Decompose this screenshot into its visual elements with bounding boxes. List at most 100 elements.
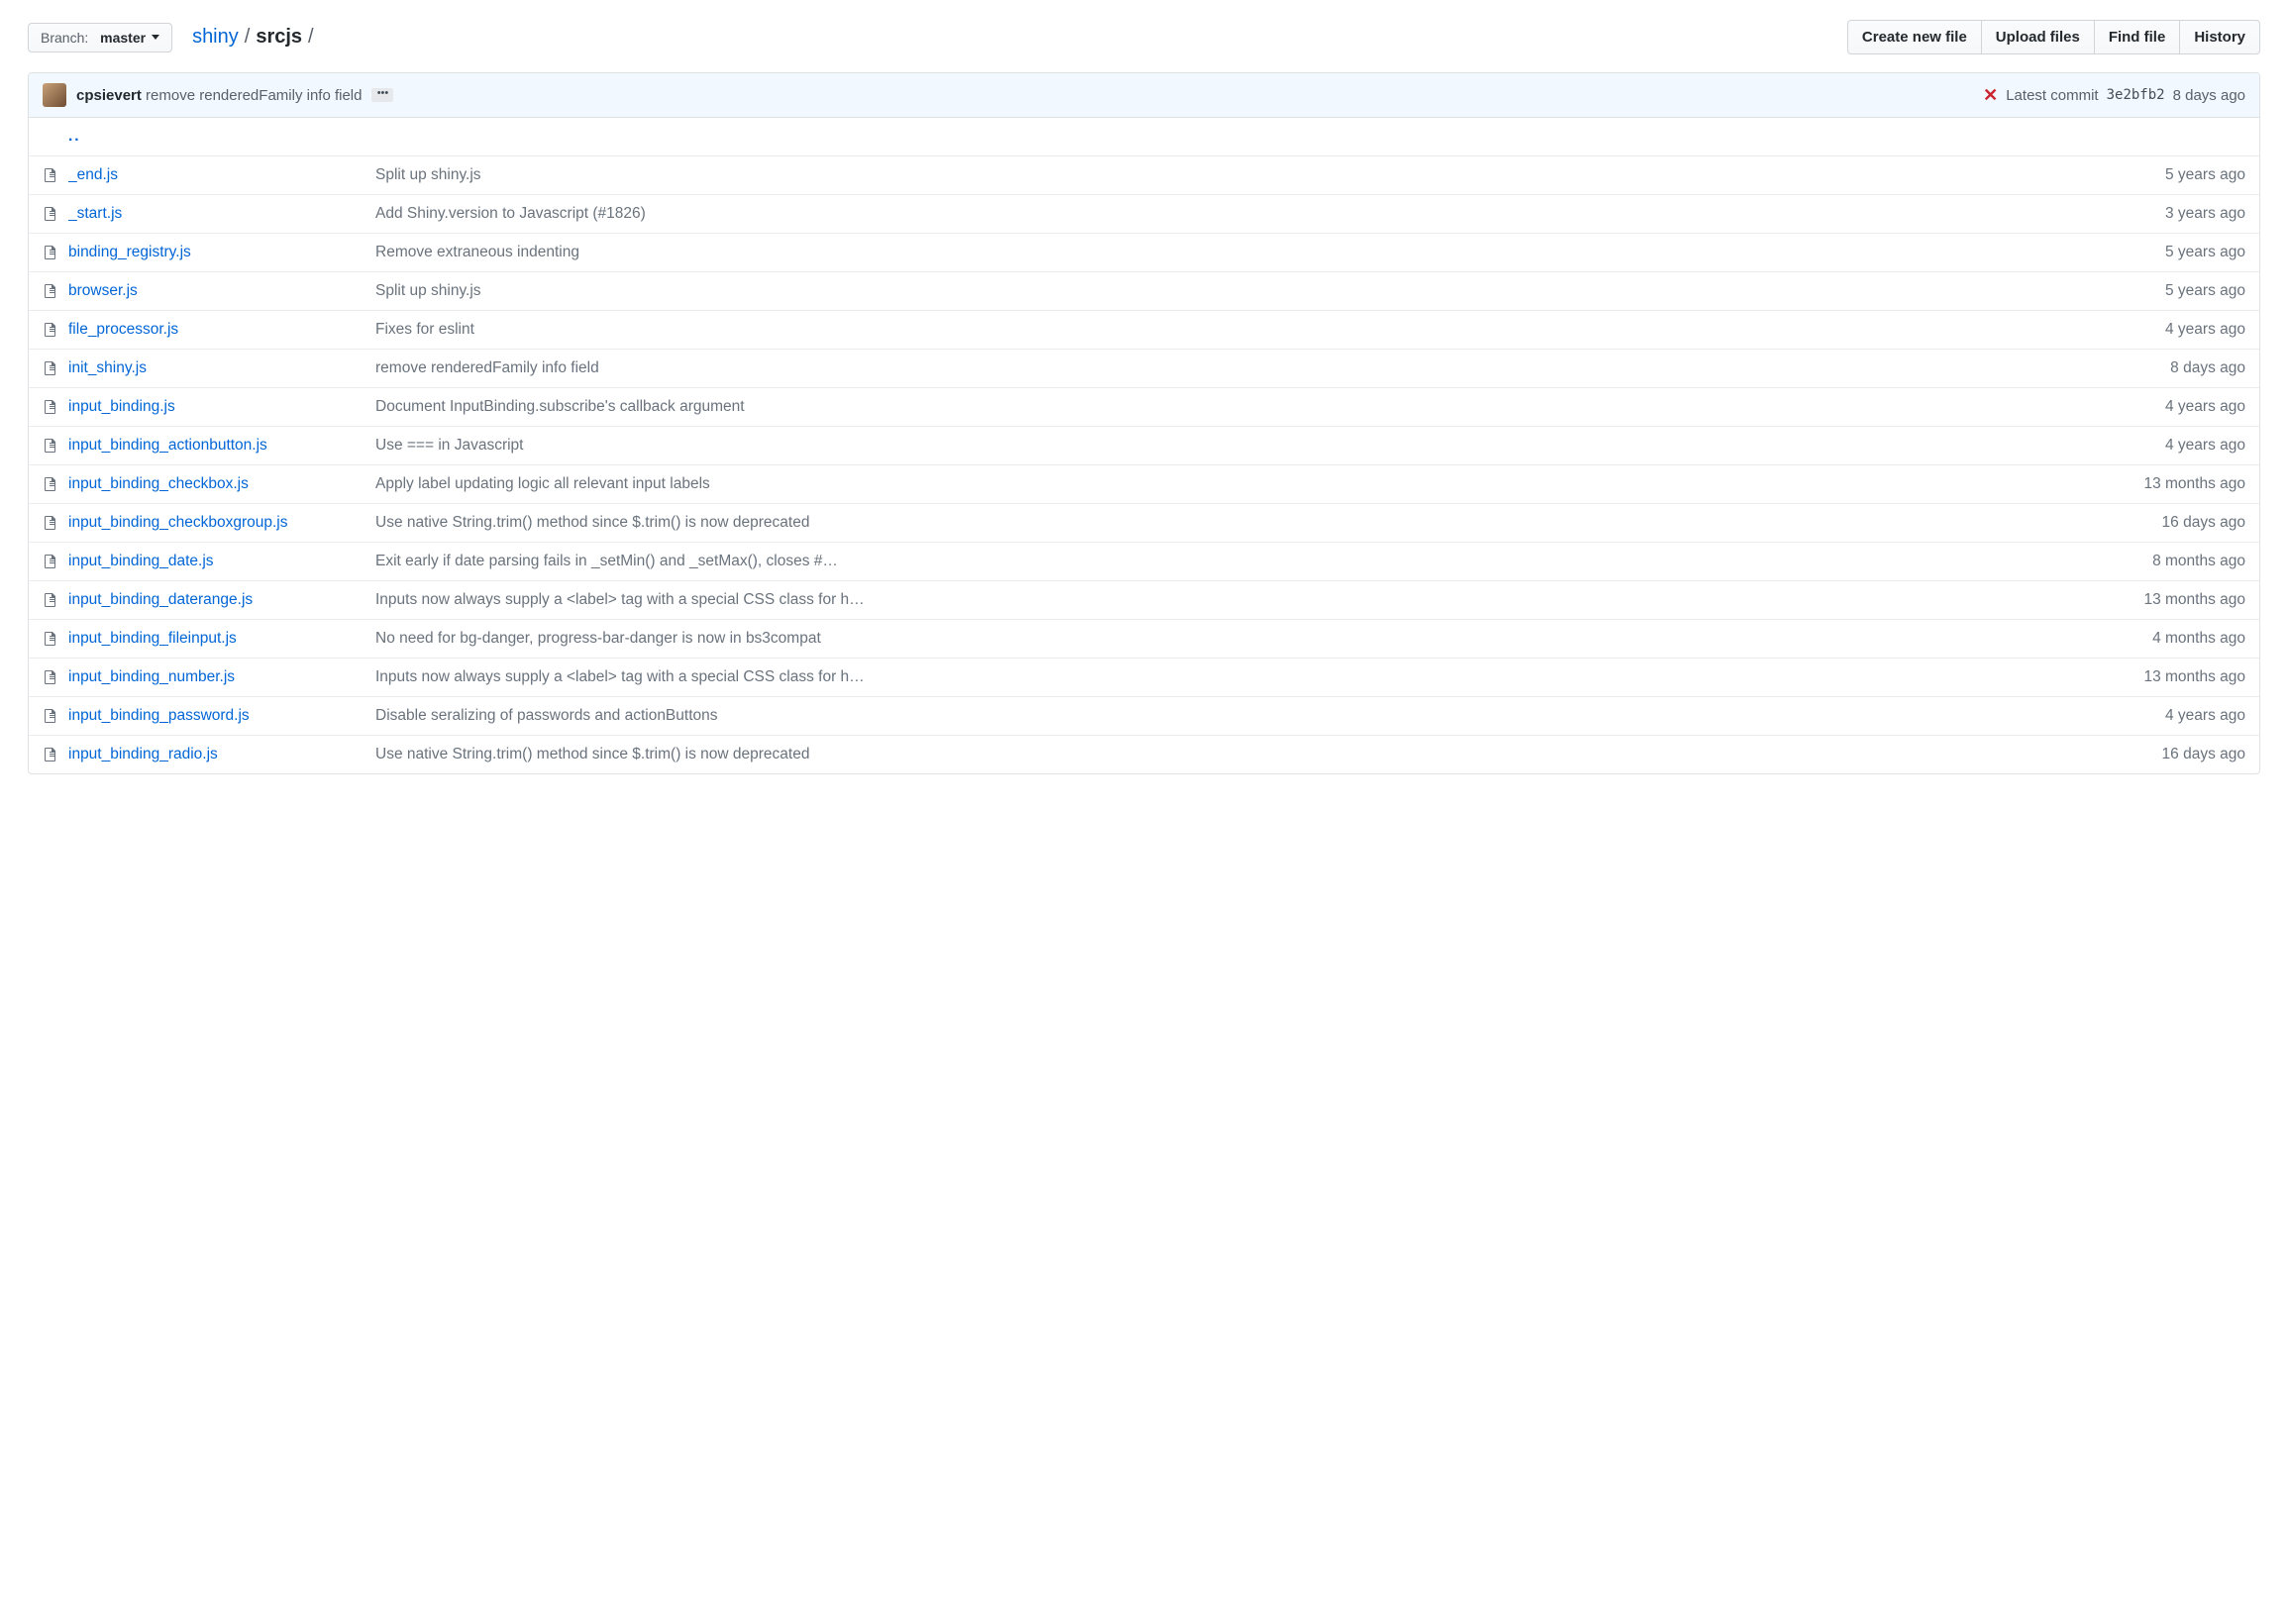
file-commit-message[interactable]: Disable seralizing of passwords and acti… — [375, 707, 2107, 725]
file-icon — [43, 322, 68, 338]
file-row: input_binding_date.js Exit early if date … — [29, 543, 2259, 581]
file-icon — [43, 554, 68, 569]
branch-select-button[interactable]: Branch: master — [28, 23, 172, 52]
file-link[interactable]: init_shiny.js — [68, 359, 147, 376]
caret-down-icon — [152, 35, 159, 40]
file-row: _start.js Add Shiny.version to Javascript… — [29, 195, 2259, 234]
file-link[interactable]: _end.js — [68, 166, 118, 183]
file-commit-message[interactable]: Fixes for eslint — [375, 321, 2107, 339]
upload-files-button[interactable]: Upload files — [1981, 20, 2095, 54]
topbar-left: Branch: master shiny / srcjs / — [28, 23, 314, 52]
file-age: 4 years ago — [2107, 321, 2245, 339]
file-commit-message[interactable]: Apply label updating logic all relevant … — [375, 475, 2107, 493]
breadcrumb-current: srcjs — [256, 26, 302, 49]
breadcrumb-trailing-sep: / — [308, 26, 314, 49]
file-row: input_binding.js Document InputBinding.su… — [29, 388, 2259, 427]
file-link[interactable]: input_binding_radio.js — [68, 746, 218, 762]
file-list-box: cpsievert remove renderedFamily info fie… — [28, 72, 2260, 774]
commit-age: 8 days ago — [2173, 87, 2245, 104]
avatar[interactable] — [43, 83, 66, 107]
breadcrumb-root-link[interactable]: shiny — [192, 26, 239, 49]
file-link[interactable]: input_binding_actionbutton.js — [68, 437, 267, 454]
file-actions: Create new file Upload files Find file H… — [1847, 20, 2260, 54]
file-row: input_binding_radio.js Use native String.… — [29, 736, 2259, 773]
file-commit-message[interactable]: Document InputBinding.subscribe's callba… — [375, 398, 2107, 416]
file-commit-message[interactable]: Add Shiny.version to Javascript (#1826) — [375, 205, 2107, 223]
file-age: 4 months ago — [2107, 630, 2245, 648]
file-icon — [43, 476, 68, 492]
file-commit-message[interactable]: Use native String.trim() method since $.… — [375, 746, 2107, 763]
file-commit-message[interactable]: Inputs now always supply a <label> tag w… — [375, 668, 2107, 686]
file-row: browser.js Split up shiny.js5 years ago — [29, 272, 2259, 311]
file-link[interactable]: input_binding_date.js — [68, 553, 214, 569]
file-age: 5 years ago — [2107, 244, 2245, 261]
file-age: 13 months ago — [2107, 668, 2245, 686]
file-link[interactable]: file_processor.js — [68, 321, 178, 338]
file-commit-message[interactable]: Inputs now always supply a <label> tag w… — [375, 591, 2107, 609]
file-row: input_binding_password.js Disable seraliz… — [29, 697, 2259, 736]
file-link[interactable]: input_binding.js — [68, 398, 175, 415]
file-row: input_binding_checkbox.js Apply label upd… — [29, 465, 2259, 504]
file-icon — [43, 747, 68, 762]
file-link[interactable]: input_binding_fileinput.js — [68, 630, 237, 647]
file-age: 8 months ago — [2107, 553, 2245, 570]
file-link[interactable]: input_binding_number.js — [68, 668, 235, 685]
file-row: init_shiny.js remove renderedFamily info … — [29, 350, 2259, 388]
history-button[interactable]: History — [2179, 20, 2260, 54]
file-icon — [43, 438, 68, 454]
file-age: 13 months ago — [2107, 475, 2245, 493]
file-icon — [43, 515, 68, 531]
file-commit-message[interactable]: No need for bg-danger, progress-bar-dang… — [375, 630, 2107, 648]
file-age: 5 years ago — [2107, 282, 2245, 300]
file-age: 5 years ago — [2107, 166, 2245, 184]
file-age: 16 days ago — [2107, 514, 2245, 532]
file-link[interactable]: browser.js — [68, 282, 138, 299]
breadcrumb-separator: / — [245, 26, 251, 49]
file-commit-message[interactable]: Split up shiny.js — [375, 166, 2107, 184]
file-commit-message[interactable]: Use native String.trim() method since $.… — [375, 514, 2107, 532]
file-link[interactable]: input_binding_daterange.js — [68, 591, 253, 608]
file-icon — [43, 167, 68, 183]
topbar: Branch: master shiny / srcjs / Create ne… — [28, 20, 2260, 54]
parent-directory-row[interactable]: .. — [29, 118, 2259, 156]
file-icon — [43, 669, 68, 685]
breadcrumb: shiny / srcjs / — [192, 26, 314, 49]
expand-commit-button[interactable]: ••• — [371, 88, 393, 102]
file-row: input_binding_daterange.js Inputs now alw… — [29, 581, 2259, 620]
file-row: _end.js Split up shiny.js5 years ago — [29, 156, 2259, 195]
create-new-file-button[interactable]: Create new file — [1847, 20, 1982, 54]
file-commit-message[interactable]: Use === in Javascript — [375, 437, 2107, 455]
branch-label: Branch: — [41, 30, 88, 46]
file-link[interactable]: binding_registry.js — [68, 244, 191, 260]
file-commit-message[interactable]: Exit early if date parsing fails in _set… — [375, 553, 2107, 570]
find-file-button[interactable]: Find file — [2094, 20, 2181, 54]
file-link[interactable]: input_binding_password.js — [68, 707, 250, 724]
latest-commit-bar: cpsievert remove renderedFamily info fie… — [29, 73, 2259, 118]
commit-message[interactable]: remove renderedFamily info field — [146, 87, 362, 104]
commit-bar-right: ✕ Latest commit 3e2bfb2 8 days ago — [1983, 85, 2245, 106]
file-age: 3 years ago — [2107, 205, 2245, 223]
commit-bar-left: cpsievert remove renderedFamily info fie… — [43, 83, 393, 107]
status-failed-icon[interactable]: ✕ — [1983, 85, 1998, 106]
file-icon — [43, 631, 68, 647]
file-link[interactable]: _start.js — [68, 205, 122, 222]
file-commit-message[interactable]: Remove extraneous indenting — [375, 244, 2107, 261]
file-age: 4 years ago — [2107, 437, 2245, 455]
commit-author[interactable]: cpsievert — [76, 87, 142, 104]
commit-sha[interactable]: 3e2bfb2 — [2107, 87, 2165, 103]
file-age: 4 years ago — [2107, 398, 2245, 416]
file-commit-message[interactable]: Split up shiny.js — [375, 282, 2107, 300]
file-row: file_processor.js Fixes for eslint4 years… — [29, 311, 2259, 350]
file-icon — [43, 592, 68, 608]
file-link[interactable]: input_binding_checkboxgroup.js — [68, 514, 287, 531]
file-icon — [43, 283, 68, 299]
parent-directory-link[interactable]: .. — [68, 128, 81, 145]
file-row: input_binding_fileinput.js No need for bg… — [29, 620, 2259, 659]
file-age: 13 months ago — [2107, 591, 2245, 609]
file-link[interactable]: input_binding_checkbox.js — [68, 475, 249, 492]
repo-file-browser: Branch: master shiny / srcjs / Create ne… — [0, 0, 2288, 774]
file-icon — [43, 360, 68, 376]
file-row: binding_registry.js Remove extraneous ind… — [29, 234, 2259, 272]
file-commit-message[interactable]: remove renderedFamily info field — [375, 359, 2107, 377]
file-icon — [43, 708, 68, 724]
